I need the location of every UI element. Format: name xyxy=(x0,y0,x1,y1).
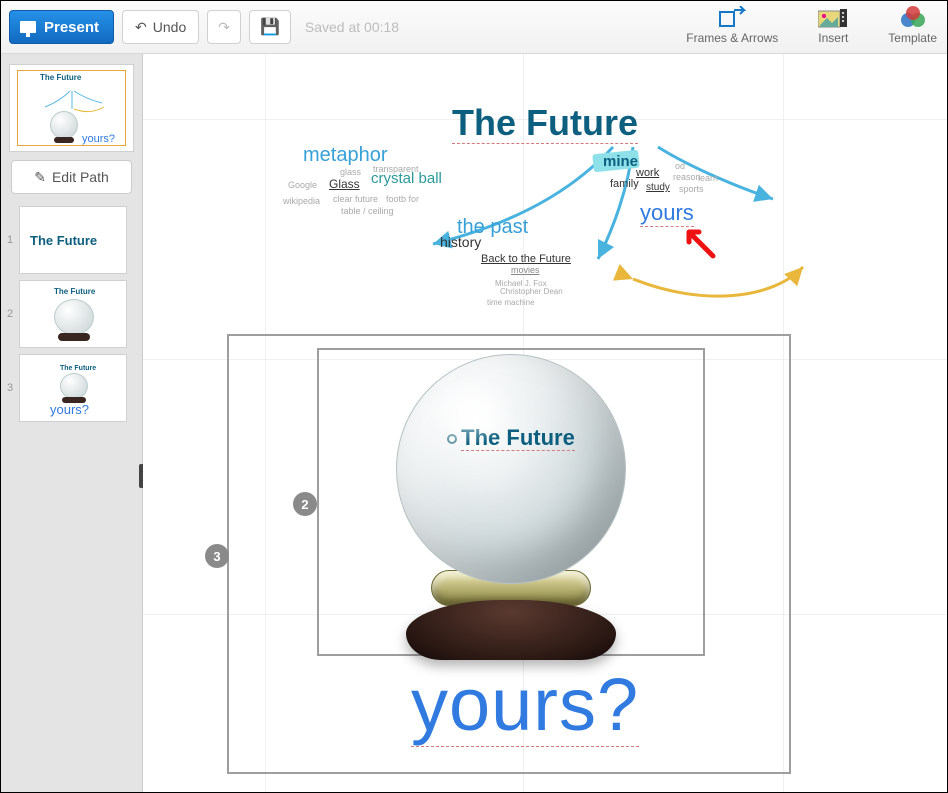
thumb-num: 3 xyxy=(1,382,19,394)
word-reason[interactable]: reason xyxy=(673,172,701,182)
template-icon xyxy=(888,5,937,31)
overview-thumb[interactable]: The Future yours? xyxy=(9,64,134,152)
canvas[interactable]: The Future metaphor crystal ball Glass t… xyxy=(143,54,947,792)
word-learn[interactable]: learn xyxy=(698,173,718,183)
present-label: Present xyxy=(44,19,99,36)
present-icon xyxy=(20,21,36,33)
sidebar: The Future yours? ✎ Edit Path 1 The Futu… xyxy=(1,54,143,792)
word-family[interactable]: family xyxy=(610,178,639,190)
insert-icon xyxy=(818,5,848,31)
undo-icon: ↶ xyxy=(135,19,147,36)
pencil-icon: ✎ xyxy=(34,169,46,186)
thumb-num: 2 xyxy=(1,308,19,320)
overview-sub: yours? xyxy=(82,133,115,145)
edit-path-button[interactable]: ✎ Edit Path xyxy=(11,160,132,194)
overview-title: The Future xyxy=(40,73,81,82)
template-button[interactable]: Template xyxy=(888,5,937,45)
crystal-ball[interactable]: The Future xyxy=(396,354,626,660)
cursor-arrow-icon xyxy=(683,226,717,260)
word-sports[interactable]: sports xyxy=(679,184,704,194)
word-transparent[interactable]: transparent xyxy=(373,164,419,174)
thumb-label: The Future xyxy=(60,365,96,372)
word-od[interactable]: od xyxy=(675,161,685,171)
word-work[interactable]: work xyxy=(636,167,659,179)
thumb-label: The Future xyxy=(54,287,95,296)
word-wikipedia[interactable]: wikipedia xyxy=(283,196,320,206)
top-toolbar: Present ↶ Undo ↷ 💾 Saved at 00:18 Frames… xyxy=(1,1,947,54)
word-yours[interactable]: yours xyxy=(640,200,694,227)
undo-button[interactable]: ↶ Undo xyxy=(122,10,199,44)
yours-text[interactable]: yours? xyxy=(411,662,639,747)
present-button[interactable]: Present xyxy=(9,10,114,44)
insert-button[interactable]: Insert xyxy=(818,5,848,45)
canvas-title[interactable]: The Future xyxy=(143,102,947,144)
word-glass2[interactable]: glass xyxy=(340,167,361,177)
path-thumb[interactable]: 2 The Future xyxy=(1,280,142,348)
word-tm[interactable]: time machine xyxy=(487,298,535,307)
undo-label: Undo xyxy=(153,19,186,35)
redo-button[interactable]: ↷ xyxy=(207,10,241,44)
frames-arrows-button[interactable]: Frames & Arrows xyxy=(686,5,778,45)
word-footb[interactable]: footb for xyxy=(386,194,419,204)
word-glass[interactable]: Glass xyxy=(329,177,360,191)
word-clear[interactable]: clear future xyxy=(333,194,378,204)
thumb-sub: yours? xyxy=(50,402,89,417)
path-badge-3[interactable]: 3 xyxy=(205,544,229,568)
path-thumb[interactable]: 1 The Future xyxy=(1,206,142,274)
ball-title: The Future xyxy=(397,425,625,451)
word-char[interactable]: Christopher Dean xyxy=(500,287,563,296)
word-history[interactable]: history xyxy=(440,234,481,250)
thumb-label: The Future xyxy=(30,233,97,248)
save-button[interactable]: 💾 xyxy=(249,10,291,44)
word-back[interactable]: Back to the Future xyxy=(481,253,571,265)
thumb-num: 1 xyxy=(1,234,19,246)
insert-label: Insert xyxy=(818,31,848,45)
save-icon: 💾 xyxy=(260,17,280,37)
template-label: Template xyxy=(888,31,937,45)
saved-status: Saved at 00:18 xyxy=(305,19,399,35)
frames-label: Frames & Arrows xyxy=(686,31,778,45)
word-mine[interactable]: mine xyxy=(603,153,638,170)
path-thumbs: 1 The Future 2 The Future 3 The Future xyxy=(1,206,142,422)
frames-icon xyxy=(686,5,778,31)
word-study[interactable]: study xyxy=(646,182,670,193)
word-table[interactable]: table / ceiling xyxy=(341,206,394,216)
edit-path-label: Edit Path xyxy=(52,169,109,185)
word-movies[interactable]: movies xyxy=(511,265,540,275)
path-badge-2[interactable]: 2 xyxy=(293,492,317,516)
redo-icon: ↷ xyxy=(218,19,230,36)
word-google[interactable]: Google xyxy=(288,180,317,190)
path-thumb[interactable]: 3 The Future yours? xyxy=(1,354,142,422)
